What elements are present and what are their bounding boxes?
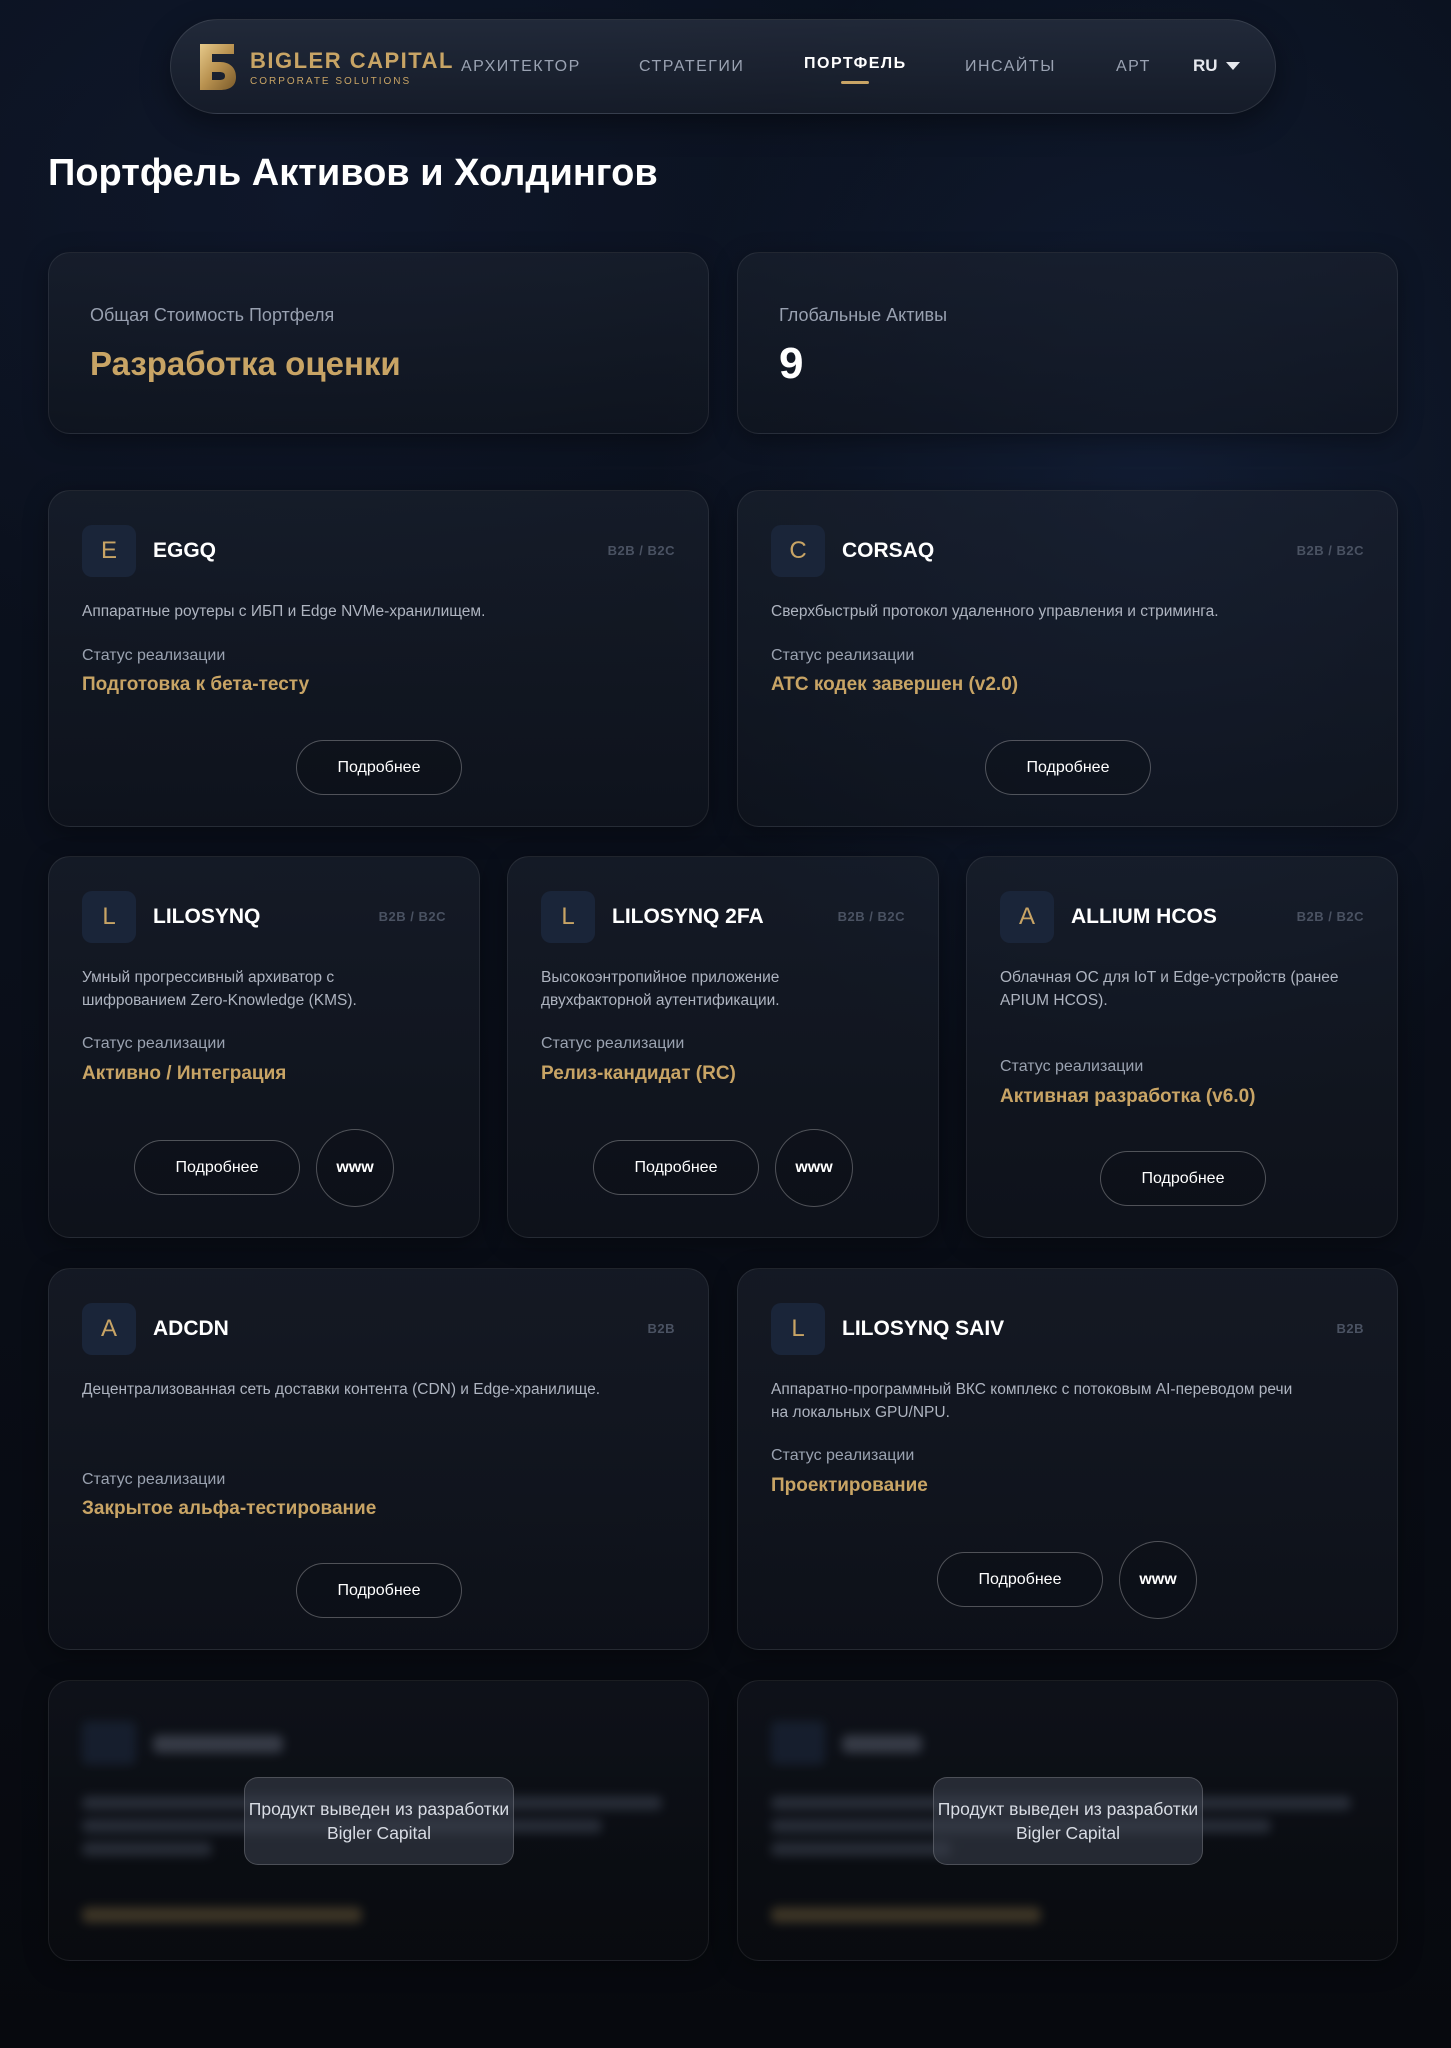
product-card-eggq: E EGGQ B2B / B2C Аппаратные роутеры с ИБ… <box>48 490 709 827</box>
product-card-corsaq: C CORSAQ B2B / B2C Сверхбыстрый протокол… <box>737 490 1398 827</box>
nav-item-architect[interactable]: АРХИТЕКТОР <box>461 58 581 76</box>
language-label: RU <box>1193 56 1218 75</box>
retired-product-card-2: Продукт выведен из разработки Bigler Cap… <box>737 1680 1398 1961</box>
product-tag: B2B / B2C <box>378 909 446 924</box>
product-card-lilosynq-saiv: L LILOSYNQ SAIV B2B Аппаратно-программны… <box>737 1268 1398 1650</box>
nav-item-portfolio-label: ПОРТФЕЛЬ <box>804 55 907 72</box>
status-label: Статус реализации <box>1000 1058 1144 1075</box>
product-description: Облачная ОС для IoT и Edge-устройств (ра… <box>1000 966 1339 1012</box>
stat-card-total-value: Общая Стоимость Портфеля Разработка оцен… <box>48 252 709 434</box>
details-button[interactable]: Подробнее <box>296 740 462 795</box>
stat-value: 9 <box>779 339 804 388</box>
status-value: Релиз-кандидат (RC) <box>541 1063 736 1084</box>
product-tag: B2B / B2C <box>607 543 675 558</box>
nav-item-portfolio[interactable]: ПОРТФЕЛЬ <box>804 55 907 84</box>
description-line: Облачная ОС для IoT и Edge-устройств (ра… <box>1000 969 1339 986</box>
product-letter-badge: L <box>771 1303 825 1355</box>
product-letter-badge: L <box>541 891 595 943</box>
details-button[interactable]: Подробнее <box>134 1140 300 1195</box>
product-letter-badge: A <box>82 1303 136 1355</box>
nav-item-art[interactable]: АРТ <box>1116 58 1151 76</box>
product-tag: B2B / B2C <box>1296 909 1364 924</box>
product-name: LILOSYNQ <box>153 905 261 928</box>
status-value: Активно / Интеграция <box>82 1063 287 1084</box>
product-description: Аппаратно-программный ВКС комплекс с пот… <box>771 1378 1292 1424</box>
status-label: Статус реализации <box>771 1447 915 1464</box>
product-card-adcdn: A ADCDN B2B Децентрализованная сеть дост… <box>48 1268 709 1650</box>
status-value: Подготовка к бета-тесту <box>82 674 310 695</box>
stat-value: Разработка оценки <box>90 345 401 382</box>
product-tag: B2B <box>1336 1321 1364 1336</box>
status-label: Статус реализации <box>82 1035 226 1052</box>
top-navigation: BIGLER CAPITAL CORPORATE SOLUTIONS АРХИТ… <box>170 19 1276 114</box>
nav-item-strategies[interactable]: СТРАТЕГИИ <box>639 58 744 76</box>
details-button[interactable]: Подробнее <box>593 1140 759 1195</box>
status-label: Статус реализации <box>82 1471 226 1488</box>
status-label: Статус реализации <box>771 647 915 664</box>
stat-label: Глобальные Активы <box>779 305 948 325</box>
product-description: Децентрализованная сеть доставки контент… <box>82 1381 601 1398</box>
product-card-lilosynq: L LILOSYNQ B2B / B2C Умный прогрессивный… <box>48 856 480 1238</box>
status-label: Статус реализации <box>82 647 226 664</box>
language-selector[interactable]: RU <box>1193 56 1240 76</box>
active-nav-indicator <box>841 81 870 84</box>
product-description: Сверхбыстрый протокол удаленного управле… <box>771 603 1219 620</box>
product-name: ADCDN <box>153 1317 229 1340</box>
product-tag: B2B / B2C <box>837 909 905 924</box>
product-letter-badge: L <box>82 891 136 943</box>
status-label: Статус реализации <box>541 1035 685 1052</box>
product-name: LILOSYNQ 2FA <box>612 905 764 928</box>
product-name: CORSAQ <box>842 539 935 562</box>
status-value: Закрытое альфа-тестирование <box>82 1498 377 1519</box>
bigler-logo-icon <box>198 42 238 92</box>
product-name: LILOSYNQ SAIV <box>842 1317 1005 1340</box>
product-letter-badge: E <box>82 525 136 577</box>
product-card-allium-hcos: A ALLIUM HCOS B2B / B2C Облачная ОС для … <box>966 856 1398 1238</box>
details-button[interactable]: Подробнее <box>296 1563 462 1618</box>
product-card-lilosynq-2fa: L LILOSYNQ 2FA B2B / B2C Высокоэнтропийн… <box>507 856 939 1238</box>
description-line: Умный прогрессивный архиватор с <box>82 969 335 986</box>
status-value: Проектирование <box>771 1475 928 1496</box>
nav-item-insights[interactable]: ИНСАЙТЫ <box>965 58 1056 76</box>
retired-product-card-1: Продукт выведен из разработки Bigler Cap… <box>48 1680 709 1961</box>
product-tag: B2B / B2C <box>1296 543 1364 558</box>
product-name: ALLIUM HCOS <box>1071 905 1217 928</box>
description-line: Высокоэнтропийное приложение <box>541 969 780 986</box>
brand-name: BIGLER CAPITAL <box>250 47 454 73</box>
details-button[interactable]: Подробнее <box>1100 1151 1266 1206</box>
product-name: EGGQ <box>153 539 217 562</box>
page-title: Портфель Активов и Холдингов <box>48 152 658 194</box>
retired-notice: Продукт выведен из разработки Bigler Cap… <box>933 1777 1203 1865</box>
product-description: Высокоэнтропийное приложение двухфакторн… <box>541 966 780 1012</box>
description-line: двухфакторной аутентификации. <box>541 992 780 1009</box>
product-description: Умный прогрессивный архиватор с шифрован… <box>82 966 357 1012</box>
brand-logo[interactable]: BIGLER CAPITAL CORPORATE SOLUTIONS <box>198 42 454 92</box>
chevron-down-icon <box>1225 62 1240 70</box>
description-line: APIUM HCOS). <box>1000 992 1108 1009</box>
website-button[interactable]: www <box>316 1129 394 1207</box>
description-line: на локальных GPU/NPU. <box>771 1404 950 1421</box>
details-button[interactable]: Подробнее <box>985 740 1151 795</box>
brand-subtitle: CORPORATE SOLUTIONS <box>250 75 412 87</box>
stat-label: Общая Стоимость Портфеля <box>90 305 335 325</box>
website-button[interactable]: www <box>775 1129 853 1207</box>
product-letter-badge: C <box>771 525 825 577</box>
details-button[interactable]: Подробнее <box>937 1552 1103 1607</box>
stat-card-global-assets: Глобальные Активы 9 <box>737 252 1398 434</box>
status-value: ATC кодек завершен (v2.0) <box>771 674 1019 695</box>
description-line: Аппаратно-программный ВКС комплекс с пот… <box>771 1381 1293 1398</box>
retired-notice: Продукт выведен из разработки Bigler Cap… <box>244 1777 514 1865</box>
description-line: шифрованием Zero-Knowledge (KMS). <box>82 992 357 1009</box>
product-letter-badge: A <box>1000 891 1054 943</box>
website-button[interactable]: www <box>1119 1541 1197 1619</box>
status-value: Активная разработка (v6.0) <box>1000 1086 1256 1107</box>
product-description: Аппаратные роутеры с ИБП и Edge NVMe-хра… <box>82 603 486 620</box>
product-tag: B2B <box>647 1321 675 1336</box>
